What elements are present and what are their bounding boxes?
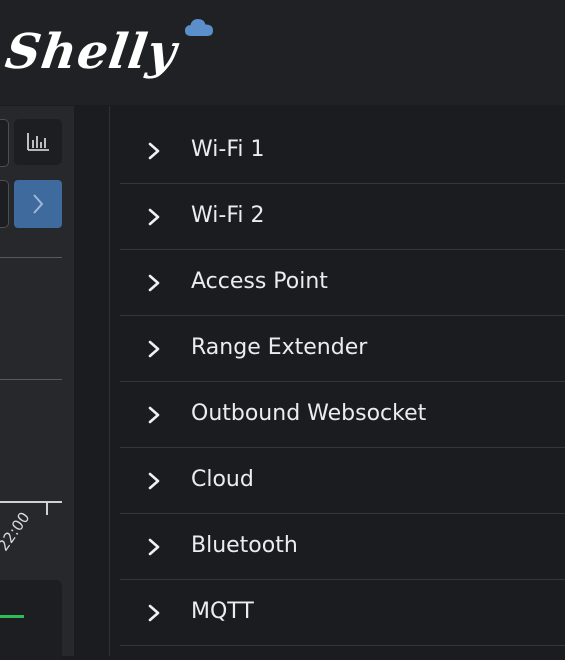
chevron-right-icon	[33, 194, 44, 214]
chevron-right-icon	[148, 340, 160, 358]
menu-item-wifi-2[interactable]: Wi-Fi 2	[120, 184, 565, 250]
chart-time-label: 22:00	[0, 508, 34, 555]
panel-button-partial[interactable]	[0, 119, 9, 167]
menu-item-label: Cloud	[191, 467, 254, 492]
shelly-logo[interactable]: Shelly	[0, 14, 230, 84]
chart-view-button[interactable]	[14, 119, 62, 165]
chevron-right-icon	[148, 142, 160, 160]
menu-item-outbound-websocket[interactable]: Outbound Websocket	[120, 382, 565, 448]
chevron-right-icon	[148, 406, 160, 424]
menu-item-label: MQTT	[191, 599, 254, 624]
menu-item-label: Outbound Websocket	[191, 401, 427, 426]
menu-item-range-extender[interactable]: Range Extender	[120, 316, 565, 382]
chart-x-axis	[0, 501, 62, 503]
menu-item-label: Wi-Fi 1	[191, 137, 265, 162]
app-header: Shelly	[0, 0, 565, 105]
next-button[interactable]	[14, 180, 62, 228]
bar-chart-icon	[27, 133, 49, 151]
menu-item-label: Wi-Fi 2	[191, 203, 265, 228]
panel-divider	[109, 106, 110, 656]
chart-gridline	[0, 379, 62, 380]
menu-item-cloud[interactable]: Cloud	[120, 448, 565, 514]
menu-item-label: Bluetooth	[191, 533, 298, 558]
logo-text: Shelly	[2, 24, 181, 80]
chevron-right-icon	[148, 604, 160, 622]
chevron-right-icon	[148, 472, 160, 490]
menu-item-mqtt[interactable]: MQTT	[120, 580, 565, 646]
left-panel: 22:00	[0, 106, 74, 660]
menu-item-wifi-1[interactable]: Wi-Fi 1	[120, 118, 565, 184]
cloud-icon	[185, 19, 213, 36]
menu-item-bluetooth[interactable]: Bluetooth	[120, 514, 565, 580]
menu-item-label: Range Extender	[191, 335, 368, 360]
summary-card	[0, 580, 62, 660]
chevron-right-icon	[148, 274, 160, 292]
settings-menu: Wi-Fi 1 Wi-Fi 2 Access Point Range Exten…	[120, 118, 565, 646]
previous-button-partial[interactable]	[0, 180, 9, 228]
chart-gridline	[0, 257, 62, 258]
status-indicator	[0, 615, 24, 618]
chevron-right-icon	[148, 208, 160, 226]
menu-item-access-point[interactable]: Access Point	[120, 250, 565, 316]
chart-axis-tick	[46, 503, 48, 515]
menu-item-label: Access Point	[191, 269, 328, 294]
chevron-right-icon	[148, 538, 160, 556]
